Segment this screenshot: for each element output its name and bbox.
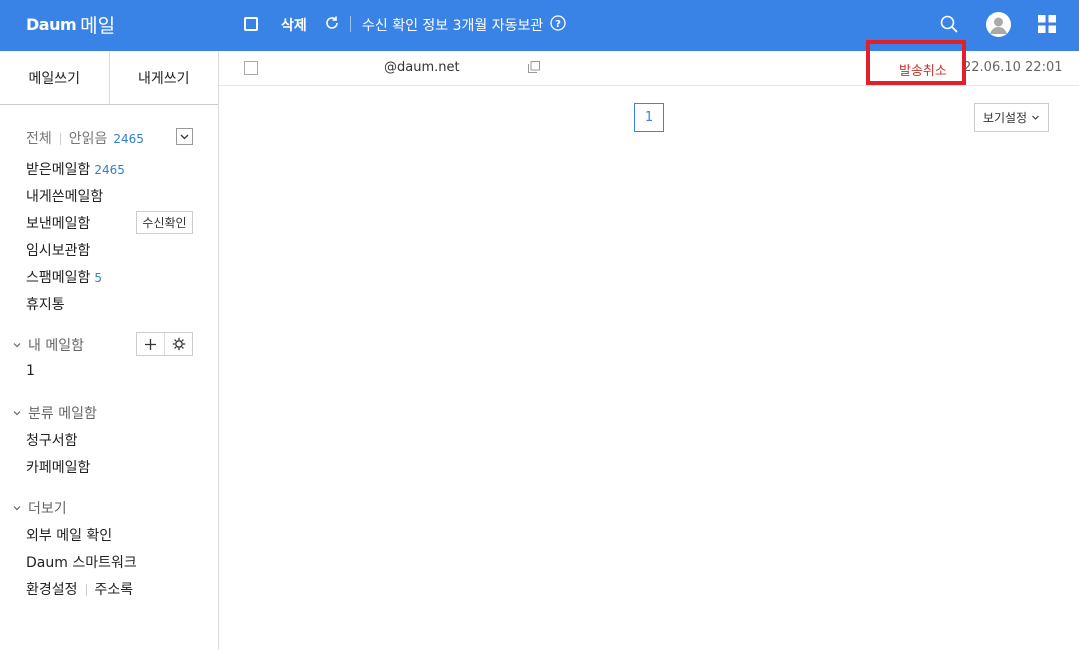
read-receipt-info: 수신 확인 정보 3개월 자동보관 <box>362 18 544 34</box>
sidebar: 메일쓰기 내게쓰기 전체 안읽음 2465 받은메일함 2465 내게쓴메일함 보낸메… <box>0 51 219 650</box>
section-title: 내 메일함 <box>28 338 84 354</box>
plus-icon <box>145 338 156 350</box>
sidebar-item-sent[interactable]: 보낸메일함 <box>26 213 90 233</box>
mail-filter: 전체 안읽음 2465 <box>26 128 144 148</box>
settings-link[interactable]: 환경설정 <box>26 582 78 598</box>
select-all-checkbox[interactable] <box>244 17 258 31</box>
search-icon[interactable] <box>939 14 959 34</box>
delete-button[interactable]: 삭제 <box>281 15 307 35</box>
highlight-box <box>866 40 966 85</box>
sender: @daum.net <box>384 60 460 75</box>
table-row[interactable]: @daum.net 발송취소 22.06.10 22:01 <box>219 40 1079 86</box>
folder-label: 보낸메일함 <box>26 216 91 232</box>
copy-icon[interactable] <box>528 61 540 73</box>
sidebar-item-trash[interactable]: 휴지통 <box>26 294 65 314</box>
folder-label: 휴지통 <box>26 297 65 313</box>
settings-links: 환경설정 주소록 <box>26 579 133 599</box>
settings-divider <box>85 584 87 596</box>
unread-count: 2465 <box>113 132 144 146</box>
folder-label: 임시보관함 <box>26 243 91 259</box>
spam-count: 5 <box>94 271 103 285</box>
apps-grid-icon[interactable] <box>1038 15 1056 33</box>
profile-avatar[interactable] <box>986 12 1011 37</box>
compose-button[interactable]: 메일쓰기 <box>0 51 110 104</box>
chevron-down-icon <box>13 343 21 348</box>
link-label: Daum 스마트워크 <box>26 555 137 571</box>
mail-date: 22.06.10 22:01 <box>963 60 1063 75</box>
chevron-down-icon <box>180 134 189 140</box>
view-settings-label: 보기설정 <box>982 111 1028 125</box>
svg-text:?: ? <box>555 19 561 30</box>
chevron-down-icon <box>1032 115 1039 120</box>
help-icon[interactable]: ? <box>550 15 566 31</box>
logo-brand: Daum <box>26 14 77 34</box>
view-settings-button[interactable]: 보기설정 <box>974 103 1049 132</box>
inbox-count: 2465 <box>94 163 125 177</box>
logo-service-name: 메일 <box>80 14 116 37</box>
folder-label: 받은메일함 <box>26 162 91 178</box>
section-title: 더보기 <box>28 501 67 517</box>
gear-icon <box>172 337 185 351</box>
sidebar-item-spam[interactable]: 스팸메일함 5 <box>26 267 102 287</box>
mail-list: @daum.net 발송취소 22.06.10 22:01 1 보기설정 <box>219 40 1079 650</box>
category-mailbox-toggle[interactable]: 분류 메일함 <box>12 403 97 423</box>
sidebar-item-smartwork[interactable]: Daum 스마트워크 <box>26 552 137 572</box>
folder-label: 카페메일함 <box>26 460 91 476</box>
mailbox-settings-button[interactable] <box>165 333 192 355</box>
more-toggle[interactable]: 더보기 <box>12 498 67 518</box>
link-label: 외부 메일 확인 <box>26 528 113 544</box>
section-title: 분류 메일함 <box>28 406 97 422</box>
address-book-link[interactable]: 주소록 <box>95 582 134 598</box>
compose-bar: 메일쓰기 내게쓰기 <box>0 51 218 105</box>
filter-divider <box>59 133 61 145</box>
sidebar-item-inbox[interactable]: 받은메일함 2465 <box>26 159 125 179</box>
chevron-down-icon <box>13 411 21 416</box>
sidebar-item-bills[interactable]: 청구서함 <box>26 430 78 450</box>
my-mailbox-toggle[interactable]: 내 메일함 <box>12 335 84 355</box>
sidebar-item-external-mail[interactable]: 외부 메일 확인 <box>26 525 112 545</box>
sidebar-item-self-sent[interactable]: 내게쓴메일함 <box>26 186 103 206</box>
compose-to-self-button[interactable]: 내게쓰기 <box>110 51 219 104</box>
chevron-down-icon <box>13 506 21 511</box>
row-checkbox[interactable] <box>244 61 258 75</box>
folder-label: 1 <box>26 363 35 379</box>
user-icon <box>990 17 1007 34</box>
sidebar-item-my-mailbox[interactable]: 1 <box>26 363 35 379</box>
refresh-icon[interactable] <box>323 14 341 32</box>
pagination-current-page[interactable]: 1 <box>634 103 664 132</box>
folder-label: 내게쓴메일함 <box>26 189 104 205</box>
folder-label: 스팸메일함 <box>26 270 91 286</box>
read-receipt-button[interactable]: 수신확인 <box>136 211 193 234</box>
sidebar-item-cafe[interactable]: 카페메일함 <box>26 457 90 477</box>
folder-label: 청구서함 <box>26 433 78 449</box>
header-divider <box>350 16 351 32</box>
filter-all[interactable]: 전체 <box>26 131 52 147</box>
filter-dropdown-button[interactable] <box>176 128 193 145</box>
sidebar-item-drafts[interactable]: 임시보관함 <box>26 240 90 260</box>
add-mailbox-button[interactable] <box>137 333 165 355</box>
mailbox-tools <box>136 332 193 356</box>
daum-mail-logo[interactable]: Daum 메일 <box>26 11 115 37</box>
filter-unread[interactable]: 안읽음 <box>69 131 108 147</box>
